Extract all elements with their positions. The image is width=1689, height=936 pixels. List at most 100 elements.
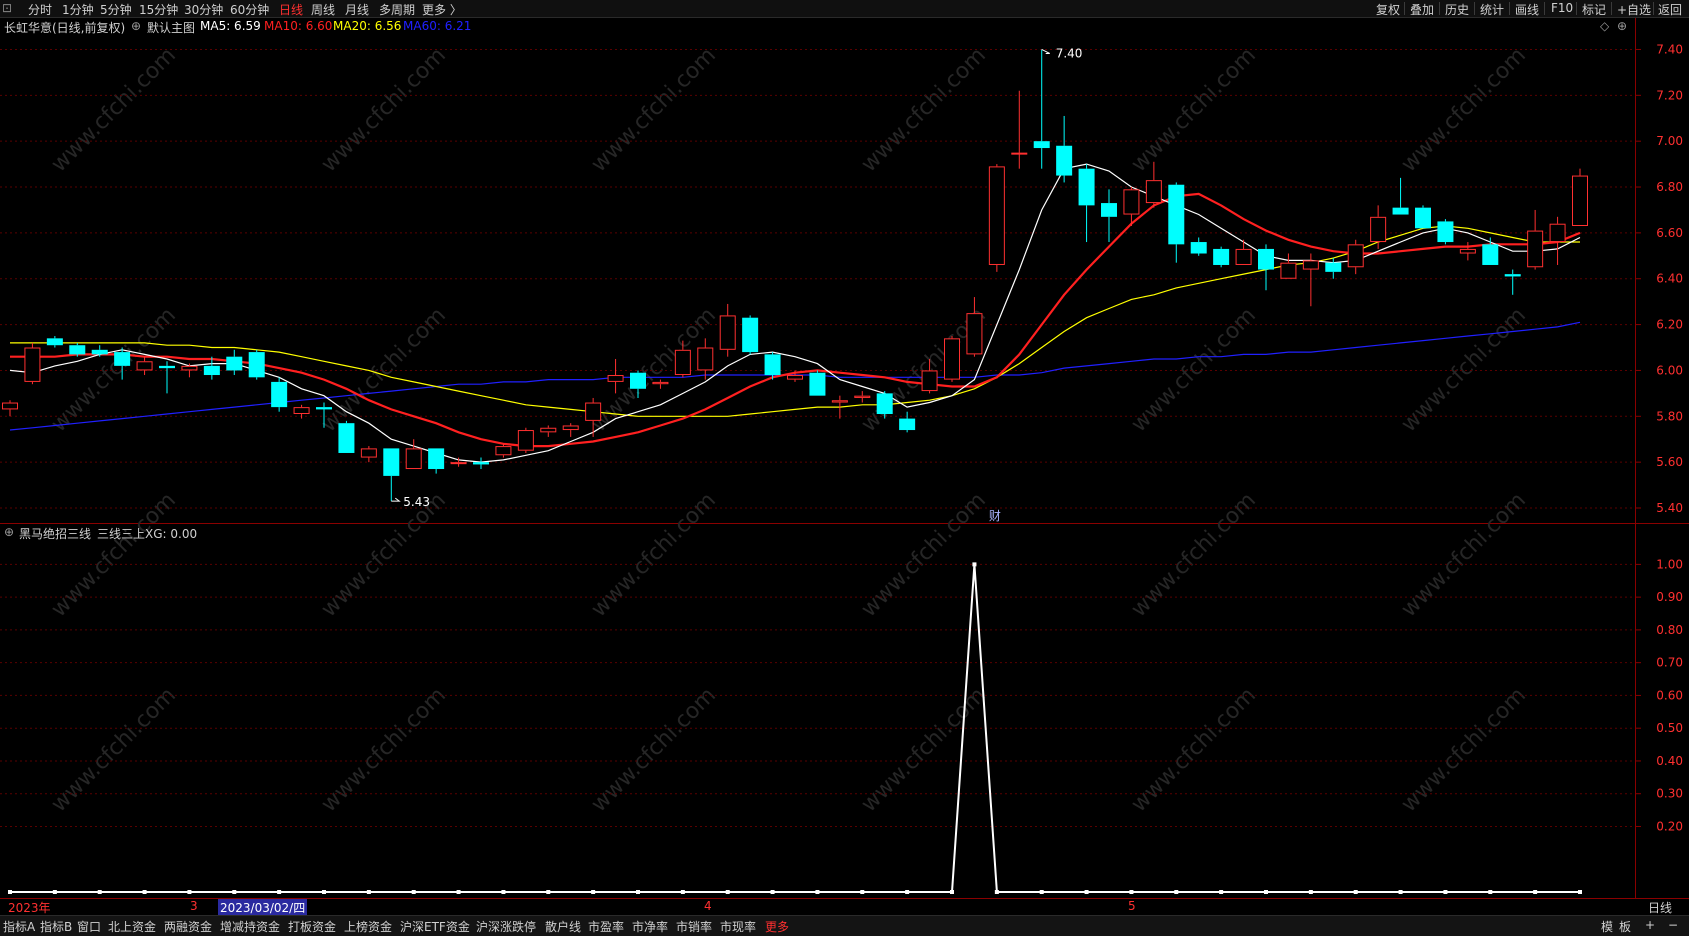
signal-point <box>815 890 820 894</box>
tab-retail-line[interactable]: 散户线 <box>545 918 581 935</box>
candle <box>495 443 512 458</box>
high-marker-line <box>1041 49 1050 54</box>
candle <box>1011 90 1028 169</box>
tab-ps[interactable]: 市销率 <box>676 918 712 935</box>
watermark-text: www.cfchi.com <box>1127 683 1261 817</box>
add-watchlist-button[interactable]: +自选 <box>1617 1 1651 18</box>
tab-window[interactable]: 窗口 <box>77 918 101 935</box>
ma10-line <box>10 192 1581 448</box>
candle-body <box>271 381 288 408</box>
period-tab-multi[interactable]: 多周期 <box>379 1 415 18</box>
tab-pe[interactable]: 市盈率 <box>588 918 624 935</box>
period-tab-more[interactable]: 更多 〉 <box>422 1 462 18</box>
signal-point <box>905 890 910 894</box>
stats-button[interactable]: 统计 <box>1480 1 1504 18</box>
tab-indicator-a[interactable]: 指标A <box>3 918 35 935</box>
signal-point <box>860 890 865 894</box>
signal-point <box>277 890 282 894</box>
date-month-5: 5 <box>1128 899 1136 913</box>
tab-northbound[interactable]: 北上资金 <box>108 918 156 935</box>
bottom-tab-bar: 指标A 指标B 窗口 北上资金 两融资金 增减持资金 打板资金 上榜资金 沪深E… <box>0 915 1689 936</box>
candle-body <box>1213 248 1230 265</box>
tab-limit-up-down[interactable]: 沪深涨跌停 <box>476 918 536 935</box>
candle-body <box>787 375 803 380</box>
zoom-in-icon[interactable]: + <box>1645 918 1655 932</box>
diamond-icon[interactable]: ◇ <box>1600 19 1609 33</box>
sub-indicator-title[interactable]: 黑马绝招三线 <box>19 525 91 542</box>
tab-pcf[interactable]: 市现率 <box>720 918 756 935</box>
settings-icon-right[interactable]: ⊕ <box>1617 19 1627 33</box>
period-tab-60min[interactable]: 60分钟 <box>230 1 269 18</box>
signal-point <box>770 890 775 894</box>
candle-body <box>1302 260 1319 270</box>
adjust-button[interactable]: 复权 <box>1376 1 1400 18</box>
history-button[interactable]: 历史 <box>1445 1 1469 18</box>
sub-indicator-value: 三线三上XG: 0.00 <box>97 527 198 541</box>
low-marker-line <box>391 497 401 502</box>
candle-body <box>1033 141 1050 149</box>
chart-canvas[interactable]: www.cfchi.com www.cfchi.com www.cfchi.com w… <box>0 18 1689 915</box>
candle-body <box>1549 223 1566 243</box>
sub-settings-icon[interactable]: ⊕ <box>4 525 14 539</box>
candle <box>248 349 265 380</box>
period-tab-intraday[interactable]: 分时 <box>28 1 52 18</box>
ma10-value: MA10: 6.60 <box>264 19 333 33</box>
main-tick-label: 5.60 <box>1656 455 1683 469</box>
tab-dragon-tiger[interactable]: 上榜资金 <box>344 918 392 935</box>
template-button[interactable]: 模 <box>1601 918 1613 935</box>
candle-body <box>585 402 602 421</box>
tab-limit-funds[interactable]: 打板资金 <box>288 918 336 935</box>
candle <box>899 411 916 433</box>
indicator-name[interactable]: 默认主图 <box>147 19 195 36</box>
period-tab-daily[interactable]: 日线 <box>279 1 303 18</box>
sub-value-axis: 1.00 0.90 0.80 0.70 0.60 0.50 0.40 0.30 0.20 <box>1635 557 1683 833</box>
candle-body <box>1572 175 1588 226</box>
signal-point <box>972 562 977 567</box>
signal-point <box>546 890 551 894</box>
candle-body <box>719 315 736 350</box>
candle <box>1527 209 1544 270</box>
tab-etf-funds[interactable]: 沪深ETF资金 <box>400 918 470 935</box>
candle-body <box>316 407 332 410</box>
candle <box>562 423 579 437</box>
signal-point <box>725 890 730 894</box>
candlestick-series[interactable] <box>2 49 1588 502</box>
zoom-out-icon[interactable]: − <box>1668 918 1678 932</box>
candle-body <box>809 372 826 396</box>
candle <box>1190 237 1207 256</box>
signal-point <box>950 890 954 894</box>
board-button[interactable]: 板 <box>1619 918 1631 935</box>
draw-line-button[interactable]: 画线 <box>1515 1 1539 18</box>
period-tab-30min[interactable]: 30分钟 <box>184 1 223 18</box>
settings-icon[interactable]: ⊕ <box>131 19 141 33</box>
candle <box>24 342 41 385</box>
period-tab-weekly[interactable]: 周线 <box>311 1 335 18</box>
period-tab-15min[interactable]: 15分钟 <box>139 1 178 18</box>
tab-more[interactable]: 更多 <box>765 918 789 935</box>
candle <box>1504 269 1521 295</box>
main-grid <box>0 48 1635 509</box>
sub-tick-label: 0.40 <box>1656 754 1683 768</box>
stock-title: 长虹华意(日线,前复权) <box>4 21 126 35</box>
candle <box>1370 205 1387 249</box>
main-tick-label: 6.80 <box>1656 180 1683 194</box>
overlay-button[interactable]: 叠加 <box>1410 1 1434 18</box>
main-tick-label: 6.40 <box>1656 272 1683 286</box>
f10-button[interactable]: F10 <box>1551 1 1573 15</box>
mark-button[interactable]: 标记 <box>1582 1 1606 18</box>
app-logo-icon[interactable]: ⊡ <box>2 1 12 15</box>
tab-indicator-b[interactable]: 指标B <box>40 918 72 935</box>
candle <box>1258 244 1274 291</box>
tab-pb[interactable]: 市净率 <box>632 918 668 935</box>
back-button[interactable]: 返回 <box>1658 1 1682 18</box>
candle-body <box>1056 145 1073 176</box>
candle-body <box>383 448 400 476</box>
tab-margin[interactable]: 两融资金 <box>164 918 212 935</box>
period-tab-5min[interactable]: 5分钟 <box>100 1 132 18</box>
tab-holding-change[interactable]: 增减持资金 <box>220 918 280 935</box>
sub-tick-label: 0.70 <box>1656 656 1683 670</box>
candle-body <box>854 395 871 398</box>
period-tab-monthly[interactable]: 月线 <box>345 1 369 18</box>
period-tab-1min[interactable]: 1分钟 <box>62 1 94 18</box>
candle-body <box>405 448 422 470</box>
